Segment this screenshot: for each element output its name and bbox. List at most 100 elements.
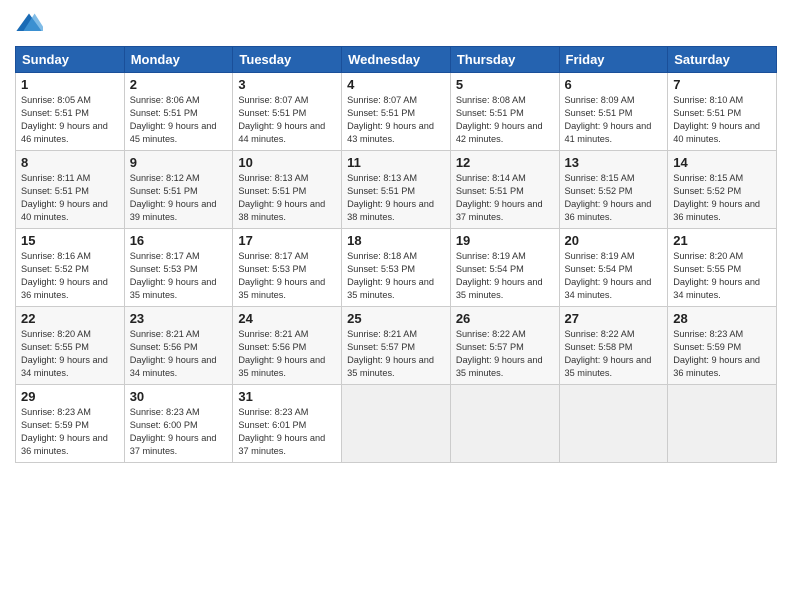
calendar-cell: 29 Sunrise: 8:23 AMSunset: 5:59 PMDayligh… [16,385,125,463]
day-number: 11 [347,155,445,170]
day-number: 15 [21,233,119,248]
day-number: 31 [238,389,336,404]
calendar-row-1: 1 Sunrise: 8:05 AMSunset: 5:51 PMDaylight… [16,73,777,151]
calendar-cell: 22 Sunrise: 8:20 AMSunset: 5:55 PMDayligh… [16,307,125,385]
calendar-cell: 31Sunrise: 8:23 AMSunset: 6:01 PMDayligh… [233,385,342,463]
day-info: Sunrise: 8:22 AMSunset: 5:57 PMDaylight:… [456,328,554,380]
weekday-header-saturday: Saturday [668,47,777,73]
day-info: Sunrise: 8:05 AMSunset: 5:51 PMDaylight:… [21,94,119,146]
calendar-cell: 21 Sunrise: 8:20 AMSunset: 5:55 PMDayligh… [668,229,777,307]
day-number: 9 [130,155,228,170]
day-number: 21 [673,233,771,248]
calendar-cell: 13Sunrise: 8:15 AMSunset: 5:52 PMDayligh… [559,151,668,229]
calendar-cell: 11 Sunrise: 8:13 AMSunset: 5:51 PMDayligh… [342,151,451,229]
day-number: 10 [238,155,336,170]
calendar-cell [559,385,668,463]
weekday-header-tuesday: Tuesday [233,47,342,73]
calendar-cell: 9 Sunrise: 8:12 AMSunset: 5:51 PMDaylight… [124,151,233,229]
calendar-cell: 26 Sunrise: 8:22 AMSunset: 5:57 PMDayligh… [450,307,559,385]
day-number: 24 [238,311,336,326]
weekday-header-wednesday: Wednesday [342,47,451,73]
weekday-header-monday: Monday [124,47,233,73]
day-number: 26 [456,311,554,326]
day-info: Sunrise: 8:13 AMSunset: 5:51 PMDaylight:… [238,172,336,224]
day-number: 7 [673,77,771,92]
calendar-cell: 19 Sunrise: 8:19 AMSunset: 5:54 PMDayligh… [450,229,559,307]
day-number: 19 [456,233,554,248]
calendar-cell: 2 Sunrise: 8:06 AMSunset: 5:51 PMDaylight… [124,73,233,151]
day-number: 28 [673,311,771,326]
header [15,10,777,38]
calendar-cell: 7 Sunrise: 8:10 AMSunset: 5:51 PMDaylight… [668,73,777,151]
day-info: Sunrise: 8:16 AMSunset: 5:52 PMDaylight:… [21,250,119,302]
day-number: 8 [21,155,119,170]
day-info: Sunrise: 8:15 AMSunset: 5:52 PMDaylight:… [673,172,771,224]
day-info: Sunrise: 8:11 AMSunset: 5:51 PMDaylight:… [21,172,119,224]
calendar-cell: 27 Sunrise: 8:22 AMSunset: 5:58 PMDayligh… [559,307,668,385]
calendar-cell [450,385,559,463]
calendar-cell: 3Sunrise: 8:07 AMSunset: 5:51 PMDaylight… [233,73,342,151]
calendar-cell: 4Sunrise: 8:07 AMSunset: 5:51 PMDaylight… [342,73,451,151]
day-info: Sunrise: 8:09 AMSunset: 5:51 PMDaylight:… [565,94,663,146]
day-info: Sunrise: 8:06 AMSunset: 5:51 PMDaylight:… [130,94,228,146]
calendar-cell: 17 Sunrise: 8:17 AMSunset: 5:53 PMDayligh… [233,229,342,307]
day-info: Sunrise: 8:17 AMSunset: 5:53 PMDaylight:… [238,250,336,302]
day-number: 30 [130,389,228,404]
day-number: 18 [347,233,445,248]
calendar-cell: 15 Sunrise: 8:16 AMSunset: 5:52 PMDayligh… [16,229,125,307]
day-number: 16 [130,233,228,248]
day-info: Sunrise: 8:17 AMSunset: 5:53 PMDaylight:… [130,250,228,302]
day-info: Sunrise: 8:13 AMSunset: 5:51 PMDaylight:… [347,172,445,224]
day-info: Sunrise: 8:23 AMSunset: 6:00 PMDaylight:… [130,406,228,458]
calendar-row-3: 15 Sunrise: 8:16 AMSunset: 5:52 PMDayligh… [16,229,777,307]
day-number: 2 [130,77,228,92]
day-number: 14 [673,155,771,170]
day-number: 1 [21,77,119,92]
day-number: 17 [238,233,336,248]
weekday-header-thursday: Thursday [450,47,559,73]
day-number: 27 [565,311,663,326]
day-info: Sunrise: 8:23 AMSunset: 5:59 PMDaylight:… [21,406,119,458]
calendar-row-2: 8 Sunrise: 8:11 AMSunset: 5:51 PMDaylight… [16,151,777,229]
day-number: 23 [130,311,228,326]
day-info: Sunrise: 8:22 AMSunset: 5:58 PMDaylight:… [565,328,663,380]
calendar-cell: 8 Sunrise: 8:11 AMSunset: 5:51 PMDaylight… [16,151,125,229]
day-info: Sunrise: 8:20 AMSunset: 5:55 PMDaylight:… [21,328,119,380]
calendar-row-4: 22 Sunrise: 8:20 AMSunset: 5:55 PMDayligh… [16,307,777,385]
day-info: Sunrise: 8:23 AMSunset: 5:59 PMDaylight:… [673,328,771,380]
calendar-cell: 10 Sunrise: 8:13 AMSunset: 5:51 PMDayligh… [233,151,342,229]
day-info: Sunrise: 8:12 AMSunset: 5:51 PMDaylight:… [130,172,228,224]
calendar-cell: 1 Sunrise: 8:05 AMSunset: 5:51 PMDaylight… [16,73,125,151]
day-info: Sunrise: 8:08 AMSunset: 5:51 PMDaylight:… [456,94,554,146]
day-info: Sunrise: 8:20 AMSunset: 5:55 PMDaylight:… [673,250,771,302]
calendar-cell: 23 Sunrise: 8:21 AMSunset: 5:56 PMDayligh… [124,307,233,385]
day-number: 22 [21,311,119,326]
calendar-cell: 24 Sunrise: 8:21 AMSunset: 5:56 PMDayligh… [233,307,342,385]
page: SundayMondayTuesdayWednesdayThursdayFrid… [0,0,792,612]
day-number: 20 [565,233,663,248]
day-number: 6 [565,77,663,92]
day-number: 29 [21,389,119,404]
day-info: Sunrise: 8:07 AMSunset: 5:51 PMDaylight:… [347,94,445,146]
calendar-cell: 16 Sunrise: 8:17 AMSunset: 5:53 PMDayligh… [124,229,233,307]
calendar-cell: 18 Sunrise: 8:18 AMSunset: 5:53 PMDayligh… [342,229,451,307]
day-number: 12 [456,155,554,170]
calendar-table: SundayMondayTuesdayWednesdayThursdayFrid… [15,46,777,463]
day-info: Sunrise: 8:15 AMSunset: 5:52 PMDaylight:… [565,172,663,224]
day-info: Sunrise: 8:19 AMSunset: 5:54 PMDaylight:… [565,250,663,302]
day-number: 3 [238,77,336,92]
day-info: Sunrise: 8:10 AMSunset: 5:51 PMDaylight:… [673,94,771,146]
day-info: Sunrise: 8:21 AMSunset: 5:56 PMDaylight:… [238,328,336,380]
day-info: Sunrise: 8:14 AMSunset: 5:51 PMDaylight:… [456,172,554,224]
calendar-cell [342,385,451,463]
day-info: Sunrise: 8:21 AMSunset: 5:56 PMDaylight:… [130,328,228,380]
day-info: Sunrise: 8:21 AMSunset: 5:57 PMDaylight:… [347,328,445,380]
calendar-cell: 12 Sunrise: 8:14 AMSunset: 5:51 PMDayligh… [450,151,559,229]
weekday-header-row: SundayMondayTuesdayWednesdayThursdayFrid… [16,47,777,73]
weekday-header-sunday: Sunday [16,47,125,73]
calendar-cell: 6 Sunrise: 8:09 AMSunset: 5:51 PMDaylight… [559,73,668,151]
day-info: Sunrise: 8:19 AMSunset: 5:54 PMDaylight:… [456,250,554,302]
day-info: Sunrise: 8:18 AMSunset: 5:53 PMDaylight:… [347,250,445,302]
day-number: 25 [347,311,445,326]
calendar-cell: 30 Sunrise: 8:23 AMSunset: 6:00 PMDayligh… [124,385,233,463]
